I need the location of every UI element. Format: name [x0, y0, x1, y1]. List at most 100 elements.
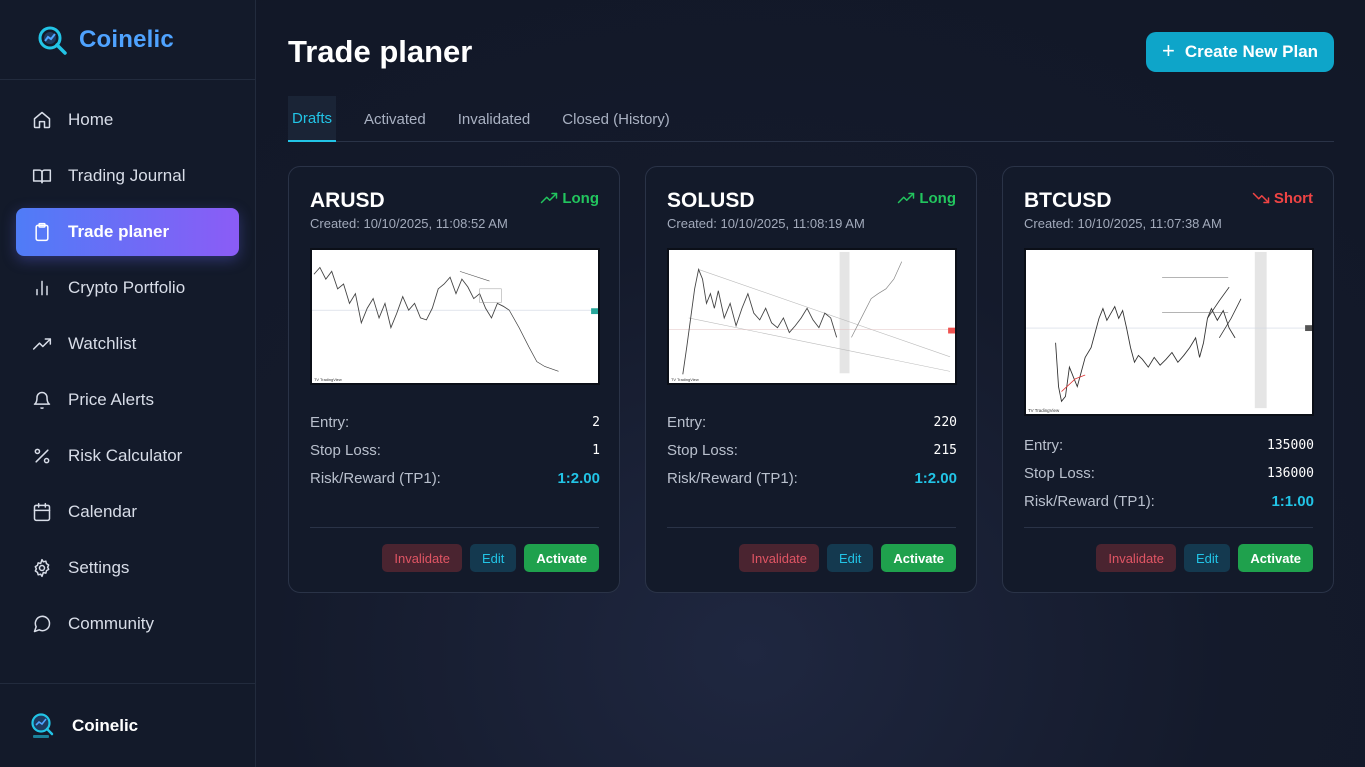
plan-status-tabs: Drafts Activated Invalidated Closed (His… [288, 96, 1334, 142]
stop-loss-label: Stop Loss: [1024, 464, 1095, 482]
risk-reward-row: Risk/Reward (TP1): 1:1.00 [1024, 487, 1314, 515]
direction-label: Long [562, 189, 599, 207]
sidebar-item-trading-journal[interactable]: Trading Journal [16, 152, 239, 200]
sidebar-item-label: Settings [68, 558, 130, 577]
tab-invalidated[interactable]: Invalidated [454, 96, 535, 142]
stop-loss-label: Stop Loss: [667, 441, 738, 459]
risk-reward-row: Risk/Reward (TP1): 1:2.00 [310, 464, 600, 492]
tab-closed-history[interactable]: Closed (History) [558, 96, 674, 142]
create-new-plan-label: Create New Plan [1184, 42, 1319, 61]
direction-label: Short [1273, 189, 1313, 207]
bell-icon [32, 390, 52, 410]
plan-pair: SOLUSD [667, 189, 755, 212]
stop-loss-value: 1 [592, 442, 600, 458]
stop-loss-value: 136000 [1267, 465, 1314, 481]
price-chart-thumbnail: TV TradingView [669, 250, 955, 383]
sidebar-item-label: Calendar [68, 502, 137, 521]
sidebar-item-label: Home [68, 110, 114, 129]
trending-up-icon [898, 192, 915, 204]
plan-card: SOLUSD Created: 10/10/2025, 11:08:19 AM … [645, 166, 977, 593]
trending-up-icon [32, 334, 52, 354]
entry-value: 135000 [1267, 437, 1314, 453]
page-title: Trade planer [288, 34, 473, 69]
sidebar: Coinelic Home Trading Journal Trade plan… [0, 0, 256, 767]
svg-text:TV TradingView: TV TradingView [671, 377, 699, 382]
chat-bubble-icon [32, 614, 52, 634]
svg-text:TV TradingView: TV TradingView [314, 377, 342, 382]
direction-badge: Short [1252, 189, 1313, 207]
bar-chart-icon [32, 278, 52, 298]
plan-metrics: Entry: 135000 Stop Loss: 136000 Risk/Rew… [1024, 431, 1314, 515]
sidebar-item-crypto-portfolio[interactable]: Crypto Portfolio [16, 264, 239, 312]
chart-screenshot[interactable]: TV TradingView [667, 248, 957, 385]
sidebar-item-label: Community [68, 614, 154, 633]
card-actions: Invalidate Edit Activate [1096, 544, 1313, 572]
brand-name: Coinelic [79, 25, 174, 53]
footer-brand-name: Coinelic [72, 715, 139, 735]
chart-screenshot[interactable]: TV TradingView [1024, 248, 1314, 416]
plan-metrics: Entry: 2 Stop Loss: 1 Risk/Reward (TP1):… [310, 408, 600, 492]
sidebar-item-label: Trade planer [68, 222, 170, 241]
entry-row: Entry: 2 [310, 408, 600, 436]
sidebar-item-watchlist[interactable]: Watchlist [16, 320, 239, 368]
edit-button[interactable]: Edit [827, 544, 874, 572]
sidebar-item-settings[interactable]: Settings [16, 544, 239, 592]
plan-card: ARUSD Created: 10/10/2025, 11:08:52 AM L… [288, 166, 620, 593]
entry-label: Entry: [667, 413, 707, 431]
sidebar-item-trade-planer[interactable]: Trade planer [16, 208, 239, 256]
sidebar-item-label: Price Alerts [68, 390, 154, 409]
card-divider [667, 527, 956, 528]
gear-icon [32, 558, 52, 578]
plan-created-date: Created: 10/10/2025, 11:07:38 AM [1024, 216, 1222, 231]
stop-loss-row: Stop Loss: 215 [667, 436, 957, 464]
plan-cards: ARUSD Created: 10/10/2025, 11:08:52 AM L… [288, 166, 1334, 593]
plan-card: BTCUSD Created: 10/10/2025, 11:07:38 AM … [1002, 166, 1334, 593]
plan-pair: ARUSD [310, 189, 385, 212]
stop-loss-row: Stop Loss: 136000 [1024, 459, 1314, 487]
calendar-icon [32, 502, 52, 522]
risk-reward-label: Risk/Reward (TP1): [310, 469, 441, 487]
tab-activated[interactable]: Activated [360, 96, 430, 142]
price-chart-thumbnail: TV TradingView [1026, 250, 1312, 414]
card-divider [1024, 527, 1313, 528]
coinelic-logo-icon [31, 712, 54, 738]
sidebar-item-risk-calculator[interactable]: Risk Calculator [16, 432, 239, 480]
edit-button[interactable]: Edit [470, 544, 517, 572]
invalidate-button[interactable]: Invalidate [382, 544, 463, 572]
sidebar-item-price-alerts[interactable]: Price Alerts [16, 376, 239, 424]
activate-button[interactable]: Activate [881, 544, 956, 572]
entry-label: Entry: [310, 413, 350, 431]
risk-reward-label: Risk/Reward (TP1): [667, 469, 798, 487]
clipboard-icon [32, 222, 52, 242]
create-new-plan-button[interactable]: + Create New Plan [1146, 32, 1334, 72]
invalidate-button[interactable]: Invalidate [1096, 544, 1177, 572]
chart-screenshot[interactable]: TV TradingView [310, 248, 600, 385]
entry-value: 2 [592, 414, 600, 430]
direction-label: Long [919, 189, 956, 207]
sidebar-nav: Home Trading Journal Trade planer Crypto… [0, 80, 255, 648]
home-icon [32, 110, 52, 130]
brand[interactable]: Coinelic [0, 0, 255, 80]
trending-up-icon [541, 192, 558, 204]
sidebar-item-calendar[interactable]: Calendar [16, 488, 239, 536]
coinelic-logo-icon [38, 26, 67, 55]
risk-reward-value: 1:2.00 [914, 469, 957, 487]
invalidate-button[interactable]: Invalidate [739, 544, 820, 572]
percent-icon [32, 446, 52, 466]
activate-button[interactable]: Activate [524, 544, 599, 572]
entry-row: Entry: 220 [667, 408, 957, 436]
card-actions: Invalidate Edit Activate [739, 544, 956, 572]
direction-badge: Long [897, 189, 956, 207]
risk-reward-row: Risk/Reward (TP1): 1:2.00 [667, 464, 957, 492]
sidebar-item-home[interactable]: Home [16, 96, 239, 144]
sidebar-footer[interactable]: Coinelic [0, 683, 255, 767]
trending-down-icon [1252, 192, 1270, 204]
edit-button[interactable]: Edit [1184, 544, 1231, 572]
tab-drafts[interactable]: Drafts [288, 96, 337, 142]
sidebar-item-community[interactable]: Community [16, 600, 239, 648]
activate-button[interactable]: Activate [1238, 544, 1313, 572]
entry-row: Entry: 135000 [1024, 431, 1314, 459]
risk-reward-value: 1:1.00 [1271, 492, 1314, 510]
card-actions: Invalidate Edit Activate [382, 544, 599, 572]
stop-loss-value: 215 [933, 442, 957, 458]
